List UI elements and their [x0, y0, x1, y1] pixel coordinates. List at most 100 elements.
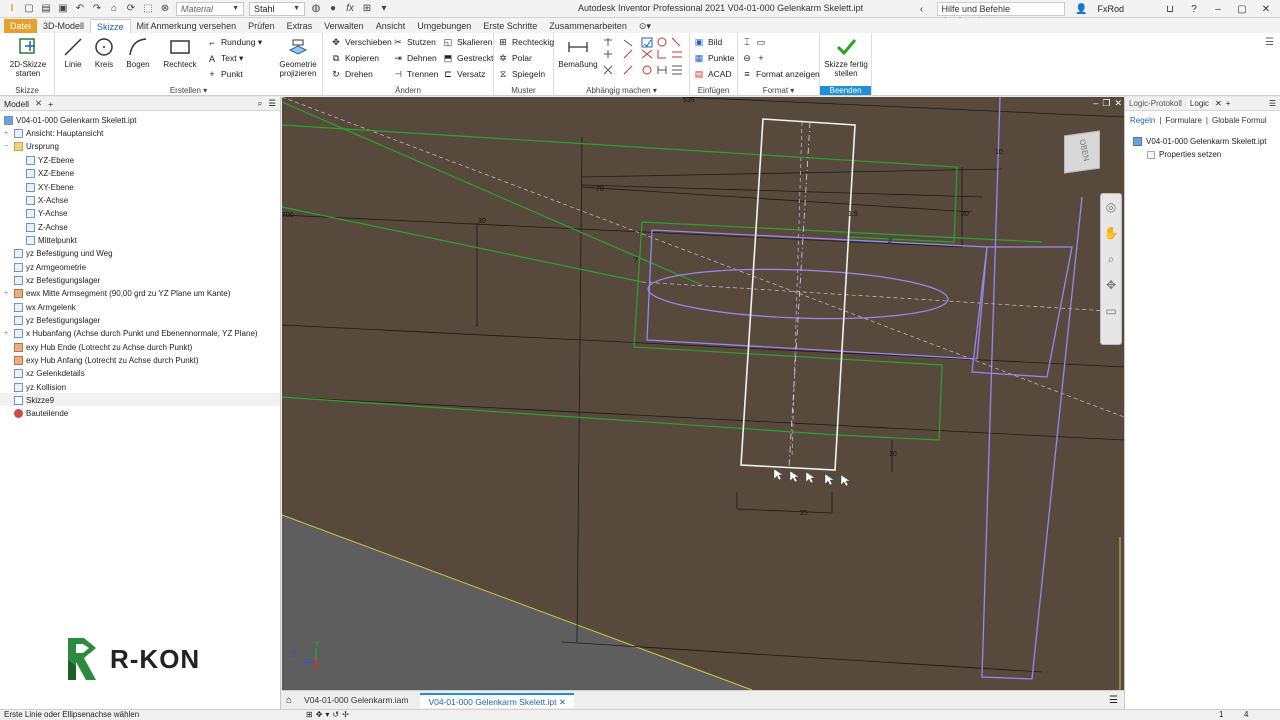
look-at-icon[interactable]: ▭ [1101, 298, 1121, 324]
rectangle-button[interactable]: Rechteck [161, 36, 199, 69]
dimension-label[interactable]: 535 [683, 97, 695, 104]
list-item[interactable]: yz Kollision [14, 381, 66, 393]
list-item[interactable]: XY-Ebene [26, 181, 74, 193]
link-regeln[interactable]: Regeln [1130, 116, 1155, 125]
list-item[interactable]: yz Armgeometrie [14, 261, 86, 273]
list-item[interactable]: V04-01-000 Gelenkarm Skelett.ipt [1133, 137, 1267, 146]
list-item[interactable]: YZ-Ebene [26, 154, 74, 166]
mirror-button[interactable]: ⧖ Spiegeln [498, 69, 545, 79]
close-icon[interactable]: ✕ [1258, 4, 1274, 15]
browser-search-icon[interactable]: ⌕ [258, 98, 263, 109]
new-file-icon[interactable]: ▢ [23, 3, 35, 15]
tab-umgebungen[interactable]: Umgebungen [411, 19, 477, 33]
tab-zusammenarbeiten[interactable]: Zusammenarbeiten [543, 19, 633, 33]
trim-button[interactable]: ✂ Stutzen [393, 37, 436, 47]
color-wheel-icon[interactable]: ◍ [310, 3, 322, 15]
fx-icon[interactable]: fx [344, 3, 356, 15]
circle-button[interactable]: Kreis [91, 36, 117, 69]
chevron-icon[interactable]: ‹ [913, 4, 929, 15]
list-item[interactable]: X-Achse [26, 194, 68, 206]
appearance-combo[interactable]: Stahl ▼ [249, 1, 305, 16]
format-centerline-button[interactable]: ⊖ + [742, 53, 766, 63]
tab-assembly-doc[interactable]: V04-01-000 Gelenkarm.iam [296, 693, 416, 708]
status-sketch-tools-icon[interactable]: ⊞✥▾↺✢ [306, 710, 352, 720]
list-item[interactable]: + Ansicht: Hauptansicht [4, 127, 103, 139]
link-globale-formulare[interactable]: Globale Formul [1212, 116, 1267, 125]
list-item[interactable]: xz Befestigungslager [14, 274, 100, 286]
dimension-label[interactable]: 2 [888, 238, 892, 245]
insert-points-button[interactable]: ▦ Punkte [694, 53, 735, 63]
browser-tab-modell[interactable]: Modell [4, 99, 29, 109]
format-linetype-button[interactable]: ⌶ ▭ [742, 37, 766, 47]
viewport-minimize-icon[interactable]: – [1093, 98, 1098, 109]
more-icon[interactable]: ▾ [378, 3, 390, 15]
offset-button[interactable]: ⊏ Versatz [443, 69, 485, 79]
select-icon[interactable]: ⬚ [142, 3, 154, 15]
insert-image-button[interactable]: ▣ Bild [694, 37, 722, 47]
list-item[interactable]: Z-Achse [26, 221, 68, 233]
list-item[interactable]: XZ-Ebene [26, 167, 74, 179]
viewport-restore-icon[interactable]: ❐ [1102, 98, 1110, 109]
dimension-label[interactable]: 25 [800, 510, 808, 517]
move-button[interactable]: ✥ Verschieben [331, 37, 392, 47]
tab-verwalten[interactable]: Verwalten [318, 19, 370, 33]
tab-datei[interactable]: Datei [4, 19, 38, 33]
copy-button[interactable]: ⧉ Kopieren [331, 53, 379, 63]
doc-tabs-menu-icon[interactable]: ☰ [1109, 695, 1118, 706]
arc-button[interactable]: Bogen [123, 36, 153, 69]
fillet-button[interactable]: ⌐ Rundung ▾ [207, 37, 262, 48]
tab-pruefen[interactable]: Prüfen [242, 19, 281, 33]
open-folder-icon[interactable]: ▤ [40, 3, 52, 15]
viewport-close-icon[interactable]: ✕ [1114, 98, 1122, 109]
dimension-label[interactable]: 70 [596, 186, 604, 193]
rectangular-pattern-button[interactable]: ⊞ Rechteckig [498, 37, 554, 47]
inventor-logo-icon[interactable]: I [6, 3, 18, 15]
list-item[interactable]: − Ursprung [4, 140, 59, 152]
list-item[interactable]: Bauteilende [14, 407, 68, 419]
dimension-button[interactable]: Bemaßung [558, 36, 598, 69]
split-button[interactable]: ⊣ Trennen [393, 69, 438, 79]
list-item[interactable]: + x Hubanfang (Achse durch Punkt und Eben… [4, 327, 258, 339]
stretch-button[interactable]: ⬒ Gestreckt [443, 53, 494, 63]
list-item[interactable]: wx Armgelenk [14, 301, 76, 313]
tab-erste-schritte[interactable]: Erste Schritte [477, 19, 543, 33]
list-item[interactable]: Mittelpunkt [26, 234, 77, 246]
viewcube[interactable]: OBEN [1064, 130, 1100, 174]
ilogic-menu-icon[interactable]: ☰ [1269, 99, 1276, 108]
list-item[interactable]: Skizze9 [14, 394, 54, 406]
link-formulare[interactable]: Formulare [1165, 116, 1201, 125]
home-icon[interactable]: ⌂ [286, 695, 292, 706]
orbit-icon[interactable]: ✥ [1101, 272, 1121, 298]
sphere-icon[interactable]: ● [327, 3, 339, 15]
point-button[interactable]: + Punkt [207, 69, 242, 79]
tab-3d-modell[interactable]: 3D-Modell [37, 19, 90, 33]
home-icon[interactable]: ⌂ [108, 3, 120, 15]
start-2d-sketch-button[interactable]: 2D-Skizze starten [8, 36, 48, 78]
list-item[interactable]: Y-Achse [26, 207, 68, 219]
line-button[interactable]: Linie [60, 36, 86, 69]
text-button[interactable]: A Text ▾ [207, 53, 243, 64]
dimension-label[interactable]: 10 [995, 149, 1003, 156]
tab-part-doc[interactable]: V04-01-000 Gelenkarm Skelett.ipt ✕ [420, 692, 575, 708]
doc-tab-close-icon[interactable]: ✕ [559, 697, 566, 707]
help-icon[interactable]: ? [1186, 4, 1202, 15]
ribbon-menu-icon[interactable]: ☰ [1265, 37, 1274, 48]
cart-icon[interactable]: ⊔ [1162, 4, 1178, 15]
list-item[interactable]: yz Befestigungslager [14, 314, 100, 326]
dimension-label[interactable]: 20 [961, 211, 969, 218]
update-icon[interactable]: ⟳ [125, 3, 137, 15]
list-item[interactable]: yz Befestigung und Weg [14, 247, 113, 259]
browser-menu-icon[interactable]: ☰ [268, 98, 276, 109]
dimension-label[interactable]: 700 [282, 212, 294, 219]
dimension-label[interactable]: 30 [478, 218, 486, 225]
ribbon-options-icon[interactable]: ⊙▾ [633, 19, 657, 33]
constraint-icons[interactable] [600, 36, 688, 80]
list-item[interactable]: Properties setzen [1147, 150, 1221, 159]
dimension-label[interactable]: 1.5 [848, 211, 858, 218]
dimension-label[interactable]: 10 [889, 451, 897, 458]
list-item[interactable]: xz Gelenkdetails [14, 367, 85, 379]
tab-skizze[interactable]: Skizze [90, 19, 131, 33]
user-name[interactable]: FxRod [1097, 4, 1124, 14]
graphics-viewport[interactable]: 535 70 30 700 20 2 7 10 25 1.5 10 Z X Y … [282, 97, 1124, 690]
rotate-button[interactable]: ↻ Drehen [331, 69, 373, 79]
